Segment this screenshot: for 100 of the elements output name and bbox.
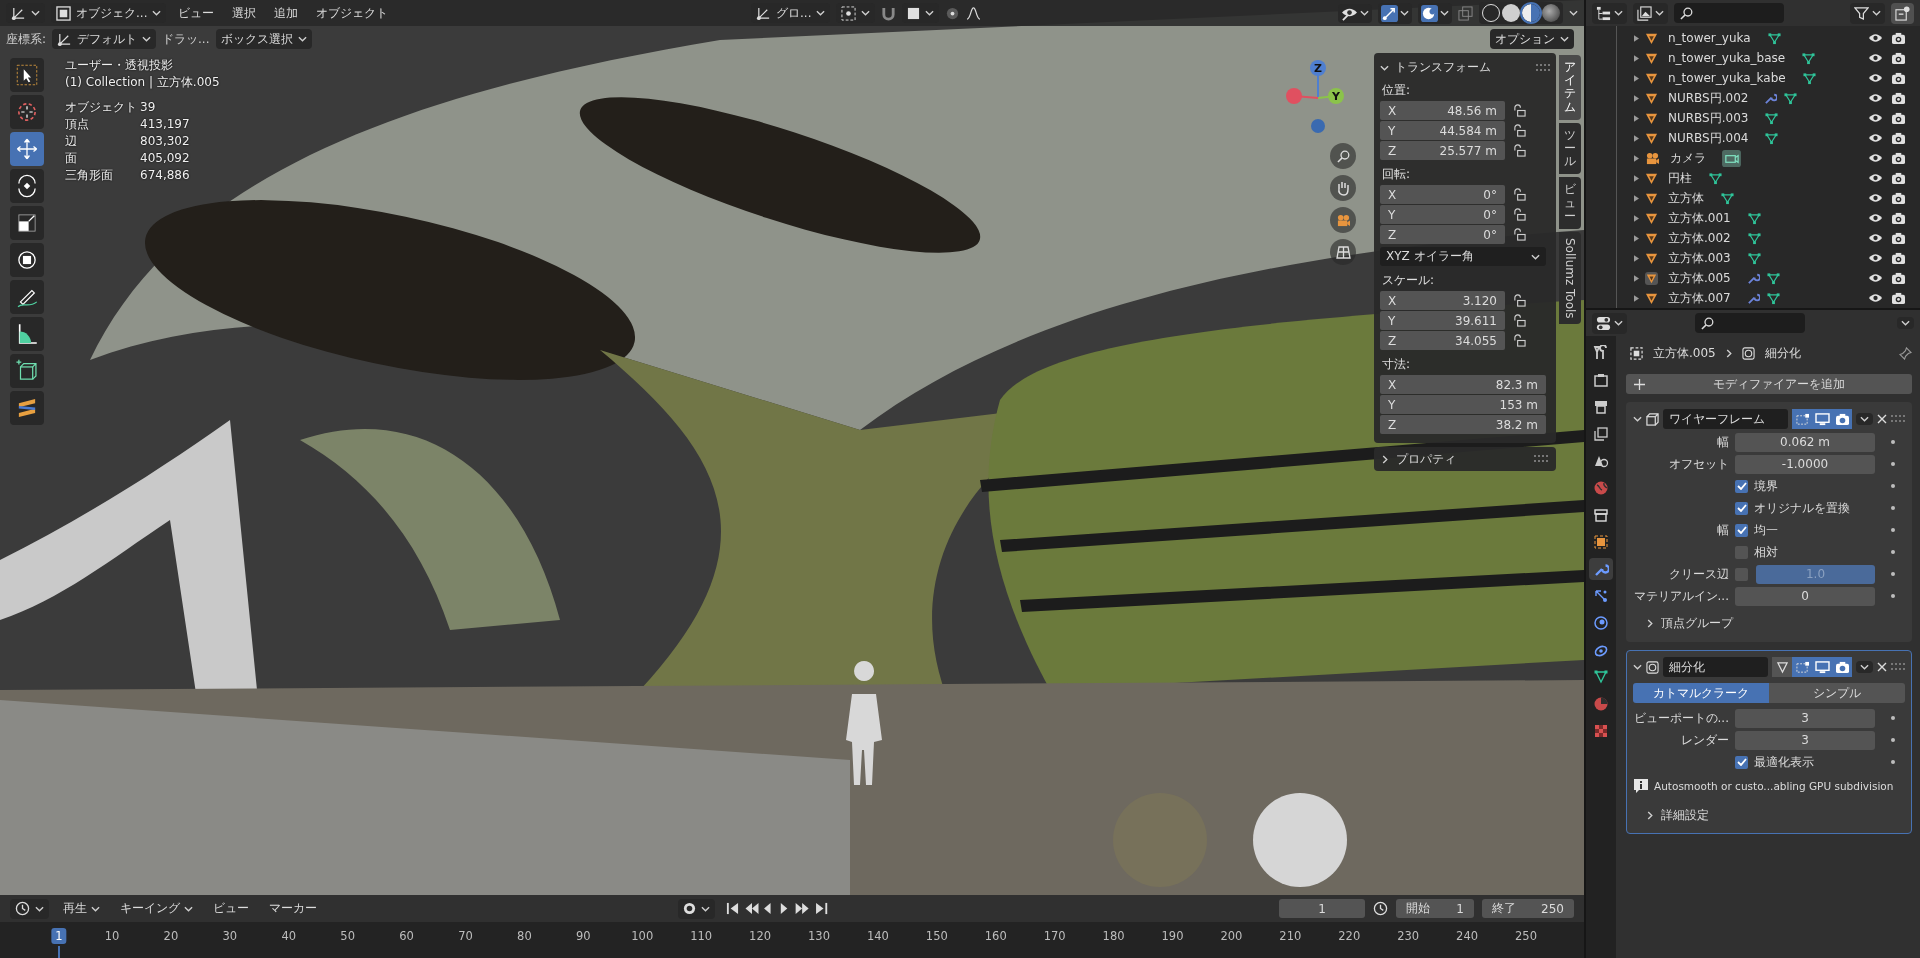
- render-camera-icon[interactable]: [1891, 251, 1906, 265]
- mesh-data-icon[interactable]: [1764, 111, 1780, 125]
- expand-icon[interactable]: [1634, 234, 1639, 242]
- eye-icon[interactable]: [1868, 133, 1883, 143]
- render-camera-icon[interactable]: [1891, 131, 1906, 145]
- number-field[interactable]: 0: [1735, 586, 1875, 606]
- grip-icon[interactable]: [1891, 663, 1905, 671]
- menu-item[interactable]: マーカー: [263, 900, 323, 917]
- record-button[interactable]: [678, 898, 715, 919]
- close-icon[interactable]: [1877, 662, 1887, 672]
- lock-icon[interactable]: [1513, 144, 1526, 157]
- decorator-dot-icon[interactable]: [1891, 484, 1895, 488]
- menu-item[interactable]: オブジェクト: [310, 4, 395, 22]
- camera-view-button[interactable]: [1330, 207, 1356, 233]
- grid-view-button[interactable]: [1330, 239, 1356, 265]
- decorator-dot-icon[interactable]: [1891, 462, 1895, 466]
- chevron-icon[interactable]: [1633, 416, 1642, 422]
- expand-icon[interactable]: [1634, 154, 1639, 162]
- shading-mode-button[interactable]: [1522, 4, 1540, 22]
- pin-icon[interactable]: [1899, 346, 1912, 360]
- magnet-icon[interactable]: [881, 5, 897, 21]
- overlay-toggle-icon[interactable]: [1421, 4, 1438, 22]
- edit-mode-toggle[interactable]: [1792, 657, 1812, 677]
- wrench-icon[interactable]: [1746, 271, 1760, 285]
- tool-button[interactable]: [10, 58, 44, 92]
- mode-tab[interactable]: シンプル: [1769, 683, 1905, 703]
- subpanel-title[interactable]: 詳細設定: [1661, 806, 1709, 824]
- outliner-item[interactable]: NURBS円.004: [1668, 129, 1749, 147]
- grip-icon[interactable]: [1891, 415, 1905, 423]
- view-layer-button[interactable]: [1633, 2, 1668, 24]
- eye-icon[interactable]: [1868, 293, 1883, 303]
- tool-button[interactable]: [10, 354, 44, 388]
- eye-icon[interactable]: [1868, 113, 1883, 123]
- mesh-data-icon[interactable]: [1801, 51, 1817, 65]
- render-camera-icon[interactable]: [1891, 171, 1906, 185]
- expand-icon[interactable]: [1634, 194, 1639, 202]
- number-field[interactable]: X 0°: [1380, 185, 1505, 204]
- expand-icon[interactable]: [1634, 74, 1639, 82]
- xray-icon[interactable]: [1458, 5, 1473, 21]
- decorator-dot-icon[interactable]: [1891, 572, 1895, 576]
- orientation-dropdown[interactable]: デフォルト: [52, 29, 157, 49]
- lock-icon[interactable]: [1513, 104, 1526, 117]
- options-dropdown[interactable]: オプション: [1490, 29, 1574, 49]
- subpanel-title[interactable]: 頂点グループ: [1661, 614, 1733, 632]
- expand-icon[interactable]: [1634, 34, 1639, 42]
- mesh-data-icon[interactable]: [1765, 291, 1781, 305]
- render-camera-icon[interactable]: [1891, 111, 1906, 125]
- outliner-item[interactable]: 立方体.005: [1668, 269, 1731, 287]
- outliner-item[interactable]: 立方体.002: [1668, 229, 1731, 247]
- menu-item[interactable]: 追加: [268, 4, 305, 22]
- number-field[interactable]: X 82.3 m: [1380, 375, 1546, 394]
- chevron-icon[interactable]: [1360, 10, 1369, 16]
- editor-type-button[interactable]: [10, 898, 49, 919]
- modifier-menu-button[interactable]: [1856, 413, 1873, 425]
- checkbox[interactable]: [1735, 501, 1748, 515]
- camera-data-icon[interactable]: [1722, 149, 1741, 167]
- expand-icon[interactable]: [1634, 294, 1639, 302]
- filter-button[interactable]: [1850, 2, 1885, 24]
- decorator-dot-icon[interactable]: [1891, 738, 1895, 742]
- falloff-icon[interactable]: [966, 6, 982, 20]
- search-field[interactable]: [1674, 3, 1784, 23]
- expand-icon[interactable]: [1634, 214, 1639, 222]
- clock-icon[interactable]: [1373, 901, 1388, 916]
- checkbox[interactable]: [1735, 479, 1748, 493]
- decorator-dot-icon[interactable]: [1891, 528, 1895, 532]
- options-dropdown[interactable]: [1897, 317, 1914, 329]
- number-field[interactable]: Y 39.611: [1380, 311, 1505, 330]
- tool-button[interactable]: [10, 317, 44, 351]
- start-frame-field[interactable]: 開始 1: [1396, 899, 1474, 918]
- display-mode-button[interactable]: [1592, 2, 1627, 24]
- number-field[interactable]: Z 25.577 m: [1380, 141, 1505, 160]
- render-camera-icon[interactable]: [1891, 191, 1906, 205]
- menu-item[interactable]: キーイング: [114, 900, 199, 917]
- outliner-item[interactable]: NURBS円.002: [1668, 89, 1749, 107]
- eye-icon[interactable]: [1868, 73, 1883, 83]
- eye-icon[interactable]: [1868, 153, 1883, 163]
- render-toggle[interactable]: [1832, 657, 1852, 677]
- panel-title[interactable]: トランスフォーム: [1395, 59, 1491, 76]
- tool-button[interactable]: [10, 243, 44, 277]
- lock-icon[interactable]: [1513, 208, 1526, 221]
- render-camera-icon[interactable]: [1891, 71, 1906, 85]
- outliner-item[interactable]: 立方体.007: [1668, 289, 1731, 307]
- mesh-data-icon[interactable]: [1746, 231, 1762, 245]
- mesh-object-icon[interactable]: [1645, 51, 1658, 65]
- modifier-name-field[interactable]: 細分化: [1663, 657, 1768, 677]
- mesh-data-icon[interactable]: [1708, 171, 1723, 185]
- mesh-data-icon[interactable]: [1766, 31, 1782, 45]
- number-field[interactable]: Y 153 m: [1380, 395, 1546, 414]
- checkbox-label[interactable]: 最適化表示: [1754, 753, 1814, 771]
- expand-icon[interactable]: [1634, 254, 1639, 262]
- render-camera-icon[interactable]: [1891, 291, 1906, 305]
- drag-dropdown[interactable]: ボックス選択: [215, 29, 312, 49]
- chevron-icon[interactable]: [1440, 10, 1449, 16]
- mesh-object-icon[interactable]: [1645, 31, 1658, 45]
- decorator-dot-icon[interactable]: [1891, 506, 1895, 510]
- mesh-object-icon[interactable]: [1645, 271, 1658, 285]
- camera-object-icon[interactable]: [1645, 151, 1660, 165]
- mode-tab[interactable]: カトマルクラーク: [1633, 683, 1769, 703]
- mesh-data-icon[interactable]: [1765, 271, 1781, 285]
- checkbox-label[interactable]: オリジナルを置換: [1754, 499, 1850, 517]
